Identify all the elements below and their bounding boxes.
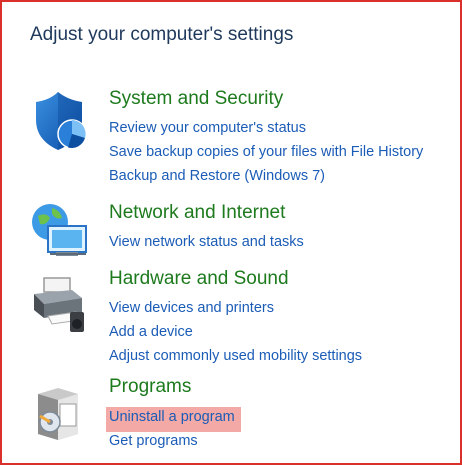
category-links: View devices and printers Add a device A… [109, 299, 362, 371]
category-links: Review your computer's status Save backu… [109, 119, 423, 191]
link-file-history-backup[interactable]: Save backup copies of your files with Fi… [109, 143, 423, 167]
link-mobility-settings[interactable]: Adjust commonly used mobility settings [109, 347, 362, 371]
link-view-devices-and-printers[interactable]: View devices and printers [109, 299, 362, 323]
category-links: View network status and tasks [109, 233, 304, 257]
category-links: Uninstall a program Get programs [106, 407, 241, 456]
programs-box-icon [38, 388, 78, 440]
link-get-programs[interactable]: Get programs [109, 432, 241, 456]
link-review-computer-status[interactable]: Review your computer's status [109, 119, 423, 143]
shield-icon [36, 92, 87, 150]
category-title-programs[interactable]: Programs [109, 376, 191, 398]
page-title: Adjust your computer's settings [30, 24, 294, 45]
category-title-system-and-security[interactable]: System and Security [109, 88, 283, 110]
category-title-hardware-and-sound[interactable]: Hardware and Sound [109, 268, 289, 290]
network-globe-icon [32, 204, 87, 256]
category-title-network-and-internet[interactable]: Network and Internet [109, 202, 285, 224]
link-uninstall-a-program[interactable]: Uninstall a program [106, 407, 241, 432]
control-panel-frame: Adjust your computer's settings System a… [0, 0, 462, 465]
link-view-network-status[interactable]: View network status and tasks [109, 233, 304, 257]
link-add-a-device[interactable]: Add a device [109, 323, 362, 347]
printer-icon [34, 277, 84, 332]
link-backup-and-restore[interactable]: Backup and Restore (Windows 7) [109, 167, 423, 191]
